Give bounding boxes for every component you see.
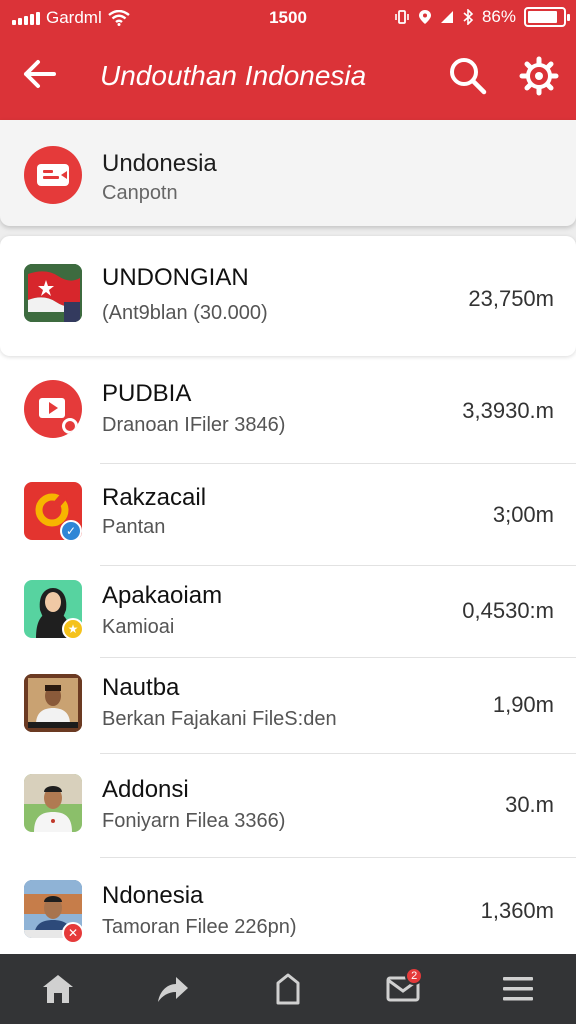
featured-subtitle: Canpotn [102, 182, 178, 204]
item-subtitle: Dranoan ⁠IFiler 3846) [102, 414, 286, 436]
vibrate-icon [395, 10, 409, 24]
app-bar: Undouthan Indonesia [0, 36, 576, 120]
item-subtitle: Foniyarn Filea 3366) [102, 810, 286, 832]
home-icon [42, 975, 73, 1003]
item-name: Nautba [102, 674, 180, 701]
item-subtitle: Tamoran Filee 226pn) [102, 916, 297, 938]
folder-icon [24, 146, 82, 204]
bluetooth-icon [463, 9, 474, 25]
list-item[interactable]: ✕ Ndonesia Tamoran Filee 226pn) 1,360m [0, 858, 576, 954]
item-size: 1,360m [480, 898, 554, 923]
list-item[interactable]: Addonsi Foniyarn Filea 3366) 30.m [0, 754, 576, 858]
search-button[interactable] [446, 54, 488, 96]
item-size: 0,4530:m [462, 598, 554, 623]
item-subtitle: Berkan Fajakani FileS:den [102, 708, 337, 730]
nav-share[interactable] [143, 959, 203, 1019]
search-icon [450, 58, 487, 95]
item-name: PUDBIA [102, 380, 192, 407]
verified-icon: ✓ [60, 520, 82, 542]
item-name: Apakaoiam [102, 582, 223, 609]
close-badge-icon: ✕ [62, 922, 84, 944]
item-name: Rakzacail [102, 484, 207, 511]
item-size: 3;00m [492, 502, 554, 527]
nav-bag[interactable] [258, 959, 318, 1019]
list-item[interactable]: Nautba Berkan Fajakani FileS:den 1,90m [0, 658, 576, 754]
location-icon [418, 10, 431, 24]
nav-inbox[interactable]: 2 [373, 959, 433, 1019]
featured-title: Undonesia [102, 150, 217, 177]
star-badge-icon: ★ [62, 618, 84, 640]
settings-button[interactable] [518, 54, 560, 96]
status-bar: Gardml 1500 86% [0, 0, 576, 36]
gear-icon [519, 56, 559, 96]
arrow-left-icon [24, 60, 56, 88]
status-right: 86% [394, 7, 570, 27]
item-subtitle: Kamioai [102, 616, 175, 638]
video-play-icon [24, 380, 82, 438]
bag-icon [276, 973, 300, 1005]
battery-percent: 86% [481, 7, 516, 26]
bottom-navigation: 2 [0, 954, 576, 1024]
app-title: Undouthan Indonesia [100, 60, 367, 91]
cellular-icon [440, 11, 453, 23]
item-size: 1,90m [492, 692, 554, 717]
item-size: 30.m [505, 792, 554, 817]
battery-icon [524, 7, 570, 27]
share-icon [157, 977, 188, 1002]
item-name: Addonsi [102, 776, 189, 803]
item-subtitle: (Ant9blan (30.000) [102, 302, 268, 324]
list-item[interactable]: ✓ Rakzacail Pantan 3;00m [0, 464, 576, 566]
item-subtitle: Pantan [102, 516, 166, 538]
item-name: Ndonesia [102, 882, 204, 909]
list-item[interactable]: ★ Apakaoiam Kamioai 0,4530:m [0, 566, 576, 658]
nav-menu[interactable] [488, 959, 548, 1019]
item-size: 3,3930.m [462, 398, 554, 423]
download-list: UNDONGIAN (Ant9blan (30.000) 23,750m PUD… [0, 236, 576, 954]
avatar-man-portrait [24, 774, 82, 832]
list-item[interactable]: UNDONGIAN (Ant9blan (30.000) 23,750m [0, 236, 576, 356]
avatar-man-poster [24, 674, 82, 732]
item-name: UNDONGIAN [102, 264, 249, 291]
featured-card[interactable]: Undonesia Canpotn [0, 120, 576, 226]
list-item[interactable]: PUDBIA Dranoan ⁠IFiler 3846) 3,3930.m [0, 358, 576, 464]
item-size: 23,750m [468, 286, 554, 311]
notification-badge: 2 [405, 967, 424, 985]
nav-home[interactable] [28, 959, 88, 1019]
back-button[interactable] [20, 54, 60, 94]
battery-fill [528, 11, 558, 23]
flag-thumbnail [24, 264, 82, 322]
menu-icon [503, 977, 534, 1001]
